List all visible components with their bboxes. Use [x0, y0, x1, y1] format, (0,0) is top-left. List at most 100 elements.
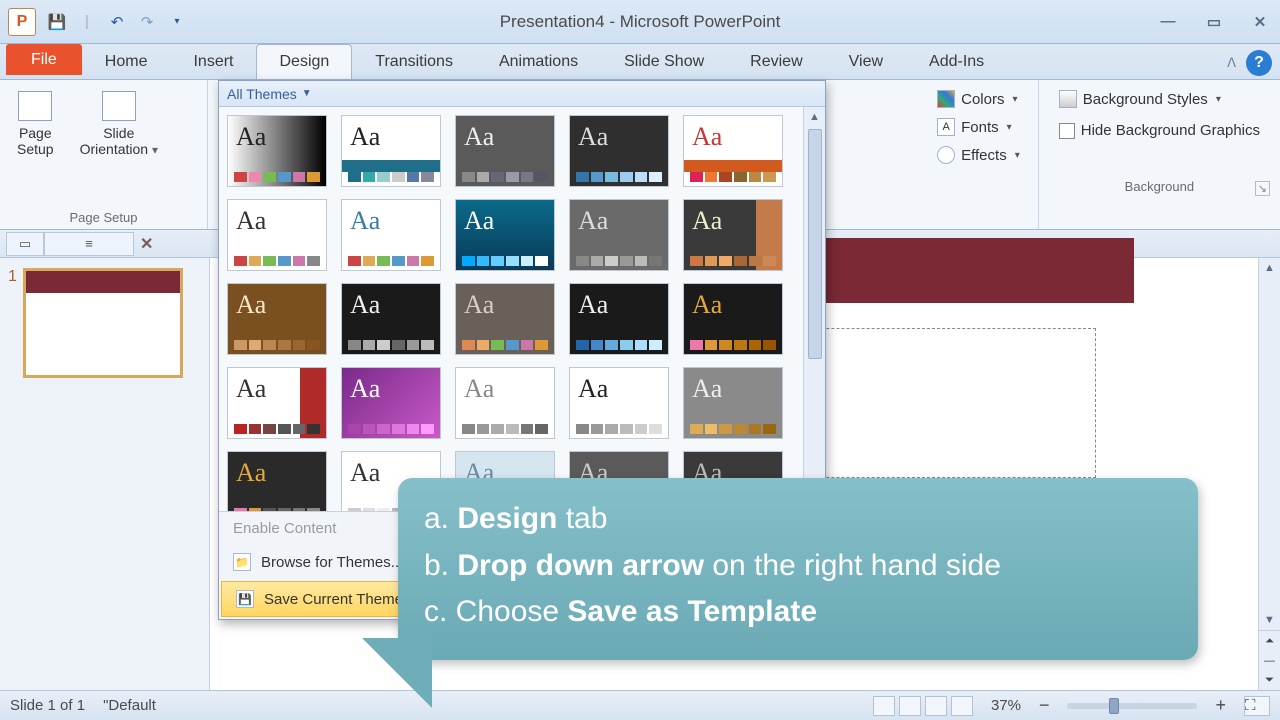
- page-setup-button[interactable]: Page Setup: [10, 86, 61, 162]
- effects-button[interactable]: Effects▾: [933, 144, 1024, 166]
- normal-view-icon[interactable]: [873, 696, 895, 716]
- app-icon: P: [8, 8, 36, 36]
- themes-scrollbar[interactable]: ▲ ▼: [803, 107, 825, 511]
- theme-thumb[interactable]: Aa: [569, 115, 669, 187]
- close-button[interactable]: ✕: [1248, 12, 1272, 32]
- fit-to-window-icon[interactable]: ⛶: [1244, 696, 1270, 716]
- chevron-down-icon: ▼: [302, 88, 312, 99]
- slide-mini-preview: [23, 268, 183, 378]
- fonts-icon: A: [937, 118, 955, 136]
- theme-thumb[interactable]: Aa: [683, 367, 783, 439]
- group-label-background: Background↘: [1055, 179, 1264, 196]
- fonts-button[interactable]: AFonts▾: [933, 116, 1024, 138]
- qat-more-icon[interactable]: ▾: [166, 11, 188, 33]
- theme-thumb[interactable]: Aa: [569, 199, 669, 271]
- slide-orientation-button[interactable]: Slide Orientation ▾: [73, 86, 165, 162]
- browse-themes-label: Browse for Themes...: [261, 554, 403, 571]
- orientation-label: Slide Orientation ▾: [80, 125, 158, 157]
- theme-thumb[interactable]: Aa: [455, 115, 555, 187]
- slides-tab[interactable]: ≡: [44, 232, 134, 256]
- tab-insert[interactable]: Insert: [170, 44, 256, 79]
- status-theme: "Default: [103, 697, 156, 714]
- collapse-ribbon-icon[interactable]: ᐱ: [1227, 55, 1236, 71]
- minimize-button[interactable]: —: [1156, 12, 1180, 32]
- scroll-up-icon[interactable]: ▲: [1259, 258, 1280, 278]
- theme-thumb[interactable]: Aa: [455, 367, 555, 439]
- tab-slideshow[interactable]: Slide Show: [601, 44, 727, 79]
- tab-file[interactable]: File: [6, 44, 82, 75]
- save-icon[interactable]: 💾: [46, 11, 68, 33]
- tab-home[interactable]: Home: [82, 44, 171, 79]
- vertical-scrollbar[interactable]: ▲ ▼ ⏶ — ⏷: [1258, 258, 1280, 690]
- page-setup-label: Page Setup: [17, 125, 54, 157]
- page-setup-icon: [18, 91, 52, 121]
- theme-thumb[interactable]: Aa: [569, 367, 669, 439]
- theme-thumb[interactable]: Aa: [683, 199, 783, 271]
- theme-thumb[interactable]: Aa: [341, 115, 441, 187]
- effects-label: Effects: [961, 147, 1007, 164]
- scroll-thumb[interactable]: [808, 129, 822, 359]
- scroll-up-icon[interactable]: ▲: [804, 107, 825, 127]
- hide-bg-graphics-checkbox[interactable]: Hide Background Graphics: [1055, 120, 1264, 141]
- theme-thumb[interactable]: Aa: [455, 199, 555, 271]
- enable-content-label: Enable Content: [233, 520, 336, 537]
- sorter-view-icon[interactable]: [899, 696, 921, 716]
- slide-thumb-1[interactable]: 1: [8, 268, 201, 378]
- next-slide-icon[interactable]: ⏷: [1265, 674, 1274, 687]
- background-styles-button[interactable]: Background Styles▾: [1055, 88, 1264, 110]
- colors-icon: [937, 90, 955, 108]
- close-pane-icon[interactable]: ✕: [140, 234, 153, 254]
- theme-thumb[interactable]: Aa: [227, 199, 327, 271]
- tab-addins[interactable]: Add-Ins: [906, 44, 1007, 79]
- save-theme-label: Save Current Theme...: [264, 591, 415, 608]
- help-button[interactable]: ?: [1246, 50, 1272, 76]
- zoom-slider[interactable]: [1067, 703, 1197, 709]
- redo-icon[interactable]: ↷: [136, 11, 158, 33]
- tab-view[interactable]: View: [826, 44, 906, 79]
- colors-button[interactable]: Colors▾: [933, 88, 1024, 110]
- zoom-percent[interactable]: 37%: [991, 697, 1021, 714]
- slide-number: 1: [8, 268, 17, 378]
- dialog-launcher-icon[interactable]: ↘: [1255, 181, 1270, 196]
- title-bar: P 💾 | ↶ ↷ ▾ Presentation4 - Microsoft Po…: [0, 0, 1280, 44]
- window-title: Presentation4 - Microsoft PowerPoint: [500, 12, 781, 32]
- theme-thumb[interactable]: Aa: [227, 283, 327, 355]
- hide-bg-label: Hide Background Graphics: [1081, 122, 1260, 139]
- undo-icon[interactable]: ↶: [106, 11, 128, 33]
- prev-slide-icon[interactable]: ⏶: [1265, 635, 1274, 648]
- slide-nav-buttons: ⏶ — ⏷: [1259, 630, 1280, 690]
- theme-thumb[interactable]: Aa: [341, 367, 441, 439]
- tab-animations[interactable]: Animations: [476, 44, 601, 79]
- tab-transitions[interactable]: Transitions: [352, 44, 476, 79]
- theme-thumb[interactable]: Aa: [455, 283, 555, 355]
- tab-design[interactable]: Design: [256, 44, 352, 79]
- themes-filter-dropdown[interactable]: All Themes ▼: [219, 81, 825, 107]
- theme-thumb[interactable]: Aa: [227, 367, 327, 439]
- group-page-setup: Page Setup Slide Orientation ▾ Page Setu…: [0, 80, 208, 229]
- outline-tab[interactable]: ▭: [6, 232, 44, 256]
- theme-thumb[interactable]: Aa: [227, 115, 327, 187]
- bg-styles-label: Background Styles: [1083, 91, 1208, 108]
- bg-styles-icon: [1059, 90, 1077, 108]
- ribbon: Page Setup Slide Orientation ▾ Page Setu…: [0, 80, 1280, 230]
- folder-icon: 📁: [233, 553, 251, 571]
- zoom-in-icon[interactable]: +: [1215, 695, 1226, 716]
- slideshow-view-icon[interactable]: [951, 696, 973, 716]
- themes-grid: AaAaAaAaAaAaAaAaAaAaAaAaAaAaAaAaAaAaAaAa…: [219, 107, 825, 511]
- theme-thumb[interactable]: Aa: [683, 283, 783, 355]
- theme-thumb[interactable]: Aa: [569, 283, 669, 355]
- quick-access-toolbar: 💾 | ↶ ↷ ▾: [46, 11, 188, 33]
- reading-view-icon[interactable]: [925, 696, 947, 716]
- theme-thumb[interactable]: Aa: [227, 451, 327, 511]
- zoom-out-icon[interactable]: −: [1039, 695, 1050, 716]
- theme-thumb[interactable]: Aa: [341, 199, 441, 271]
- theme-thumb[interactable]: Aa: [683, 115, 783, 187]
- theme-thumb[interactable]: Aa: [341, 283, 441, 355]
- tab-review[interactable]: Review: [727, 44, 825, 79]
- scroll-down-icon[interactable]: ▼: [1259, 610, 1280, 630]
- fonts-label: Fonts: [961, 119, 999, 136]
- maximize-button[interactable]: ▭: [1202, 12, 1226, 32]
- group-variants: Colors▾ AFonts▾ Effects▾: [919, 80, 1039, 229]
- checkbox-icon: [1059, 123, 1075, 139]
- themes-filter-label: All Themes: [227, 86, 297, 102]
